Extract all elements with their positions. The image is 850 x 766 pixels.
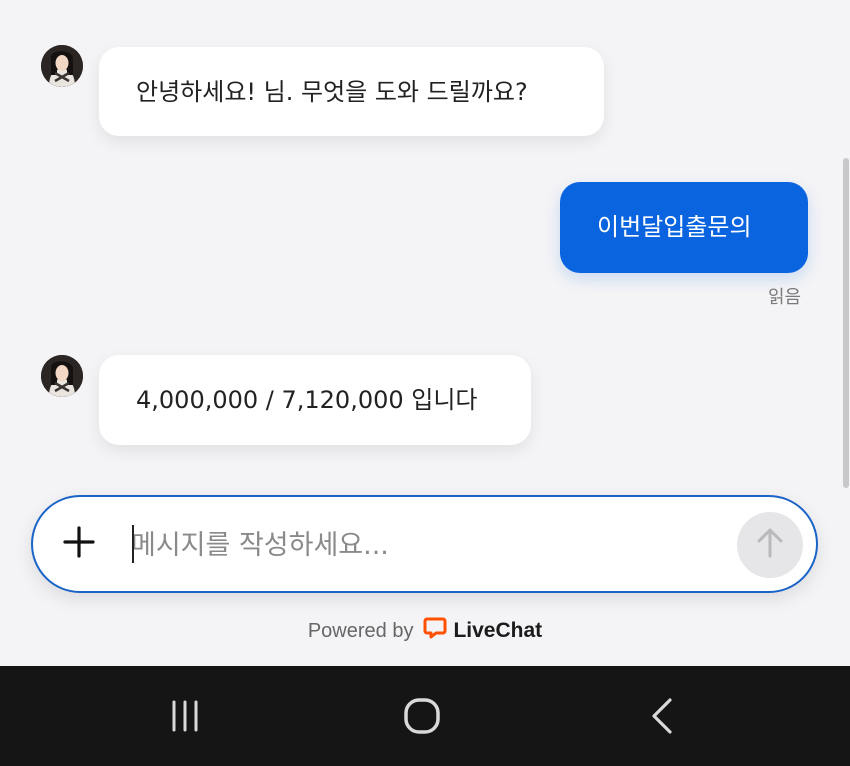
text-caret xyxy=(132,525,134,563)
system-navigation-bar xyxy=(0,666,850,766)
message-text: 안녕하세요! 님. 무엇을 도와 드릴까요? xyxy=(136,78,528,106)
message-text: 이번달입출문의 xyxy=(597,213,752,241)
add-attachment-button[interactable] xyxy=(57,522,101,566)
back-button[interactable] xyxy=(640,696,684,740)
scrollbar-thumb[interactable] xyxy=(843,158,849,488)
recents-button[interactable] xyxy=(163,696,207,740)
powered-by-label: Powered by xyxy=(307,619,414,642)
message-composer xyxy=(31,495,818,593)
chat-transcript: 안녕하세요! 님. 무엇을 도와 드릴까요? 이번달입출문의 읽음 4,000,… xyxy=(0,0,850,666)
brand-name: LiveChat xyxy=(453,619,543,642)
back-icon xyxy=(642,696,682,740)
home-button[interactable] xyxy=(400,696,444,740)
scrollbar[interactable] xyxy=(842,0,850,500)
home-icon xyxy=(402,696,442,740)
livechat-brand-link[interactable]: LiveChat xyxy=(423,616,542,646)
read-receipt: 읽음 xyxy=(768,287,802,308)
visitor-message-bubble: 이번달입출문의 xyxy=(560,182,808,273)
message-text: 4,000,000 / 7,120,000 입니다 xyxy=(136,386,478,414)
livechat-logo-icon xyxy=(423,616,447,646)
agent-message-bubble: 안녕하세요! 님. 무엇을 도와 드릴까요? xyxy=(99,47,604,136)
powered-by-footer: Powered by LiveChat xyxy=(0,616,850,646)
agent-message-bubble: 4,000,000 / 7,120,000 입니다 xyxy=(99,355,531,445)
arrow-up-icon xyxy=(753,526,787,564)
agent-avatar xyxy=(41,355,83,397)
message-input[interactable] xyxy=(131,521,731,569)
send-button[interactable] xyxy=(737,512,803,578)
agent-avatar xyxy=(41,45,83,87)
recents-icon xyxy=(165,696,205,740)
plus-icon xyxy=(62,525,96,563)
